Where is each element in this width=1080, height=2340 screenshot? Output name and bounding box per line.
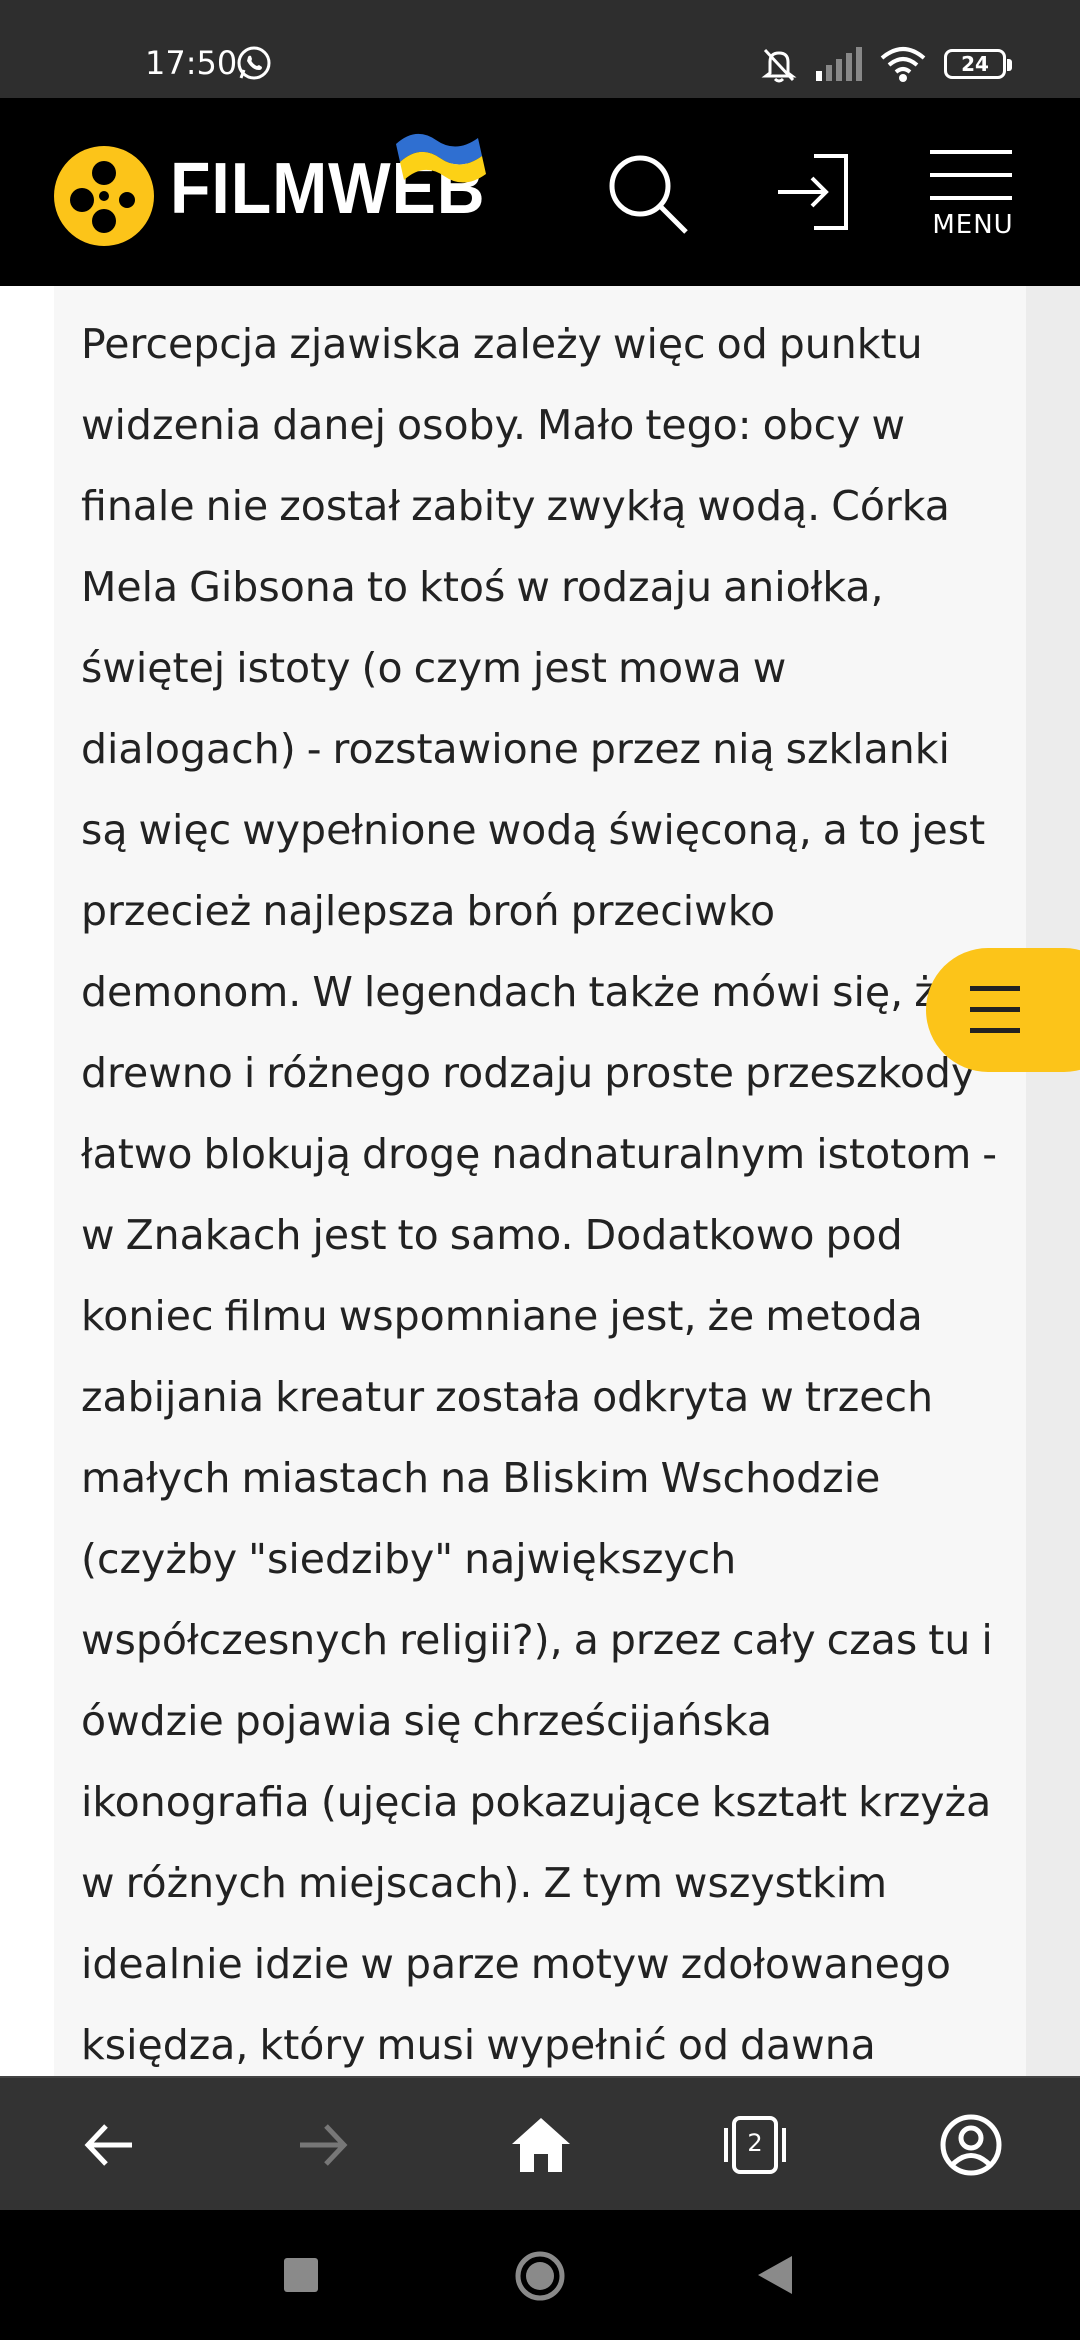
tab-count: 2 bbox=[747, 2129, 763, 2157]
mute-icon bbox=[761, 48, 797, 83]
forward-icon[interactable] bbox=[290, 2112, 356, 2178]
table-of-contents-button[interactable] bbox=[926, 948, 1080, 1072]
list-icon-bar bbox=[970, 1007, 1020, 1012]
menu-label: MENU bbox=[932, 210, 1014, 240]
article-paragraph: Percepcja zjawiska zależy więc od punktu… bbox=[81, 320, 998, 2069]
wifi-icon bbox=[880, 47, 926, 82]
signal-icon bbox=[816, 47, 862, 81]
back-icon[interactable] bbox=[76, 2112, 142, 2178]
list-icon-bar bbox=[970, 1028, 1020, 1033]
system-navigation-bar bbox=[0, 2210, 1080, 2340]
search-icon[interactable] bbox=[604, 150, 692, 238]
account-icon[interactable] bbox=[938, 2112, 1004, 2178]
article-content: Percepcja zjawiska zależy więc od punktu… bbox=[54, 286, 1026, 2076]
browser-toolbar: 2 bbox=[0, 2076, 1080, 2210]
site-header: FILMWEB MENU bbox=[0, 98, 1080, 286]
filmweb-logo-icon[interactable] bbox=[54, 146, 154, 246]
status-time: 17:50 bbox=[145, 44, 238, 82]
menu-icon-bar bbox=[930, 173, 1012, 177]
battery-icon: 24 bbox=[944, 49, 1012, 79]
menu-icon bbox=[930, 150, 1012, 154]
login-icon[interactable] bbox=[774, 152, 850, 232]
tabs-button[interactable]: 2 bbox=[722, 2112, 788, 2178]
status-bar: 17:50 24 bbox=[0, 0, 1080, 98]
recents-icon[interactable] bbox=[284, 2258, 318, 2292]
list-icon bbox=[970, 986, 1020, 991]
battery-level: 24 bbox=[961, 52, 989, 76]
menu-icon-bar bbox=[930, 196, 1012, 200]
menu-button[interactable]: MENU bbox=[930, 150, 1016, 240]
status-icons: 24 bbox=[760, 44, 1012, 84]
ukraine-flag-icon bbox=[396, 133, 486, 183]
whatsapp-icon bbox=[237, 46, 271, 80]
home-icon[interactable] bbox=[508, 2112, 574, 2178]
page-gutter bbox=[1026, 286, 1080, 2076]
back-triangle-icon[interactable] bbox=[758, 2256, 792, 2294]
home-circle-icon[interactable] bbox=[514, 2250, 566, 2302]
